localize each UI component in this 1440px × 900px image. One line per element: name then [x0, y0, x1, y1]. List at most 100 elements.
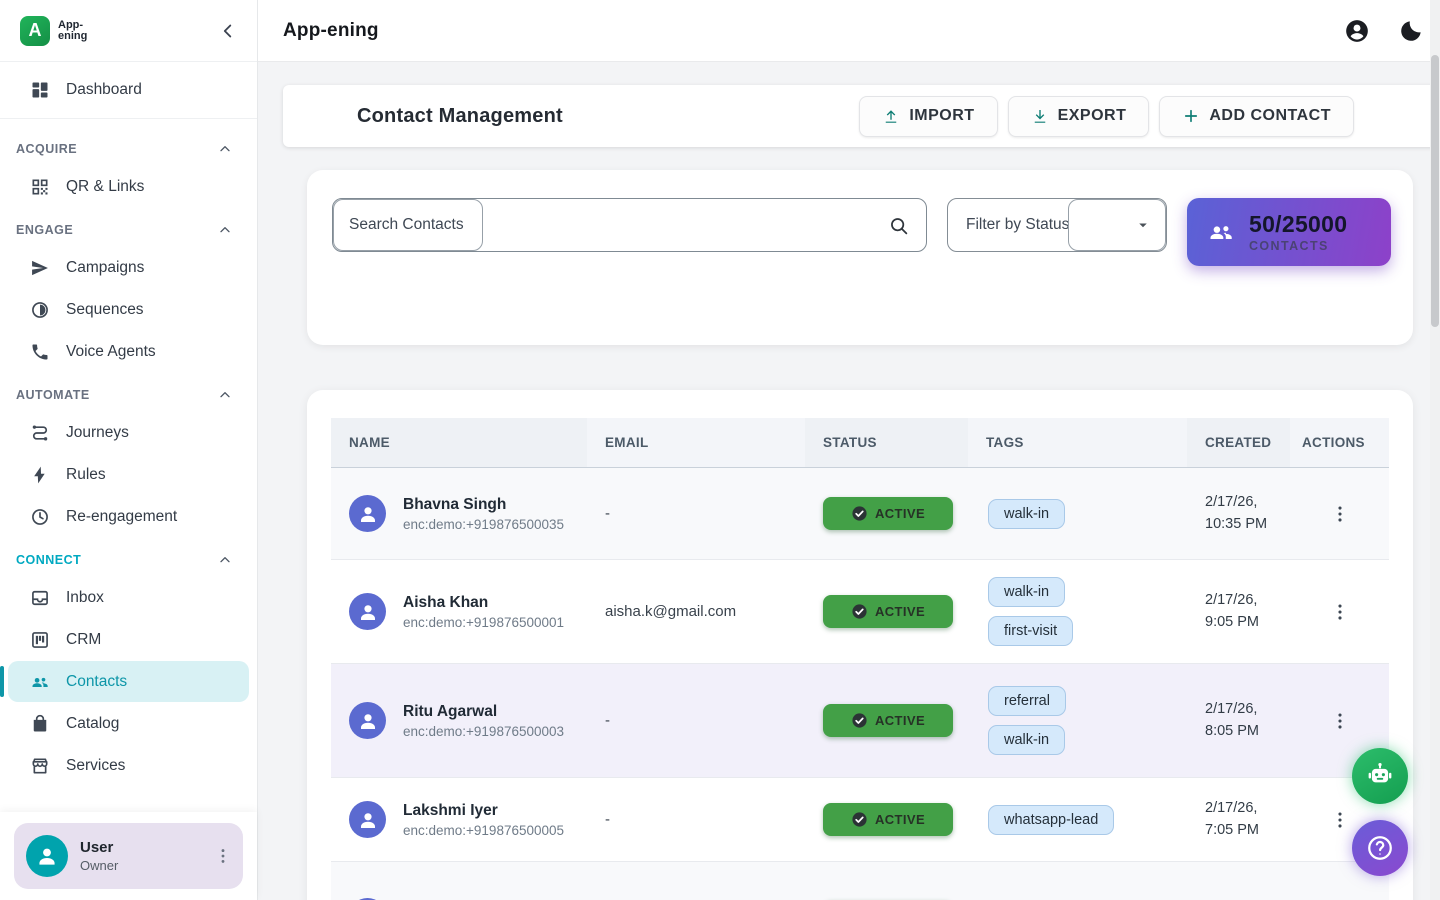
people-icon	[30, 672, 50, 692]
created-cell: 2/17/26,7:05 PM	[1187, 798, 1290, 840]
created-time: 10:35 PM	[1205, 514, 1290, 535]
sidebar-item-contacts[interactable]: Contacts	[8, 661, 249, 702]
sidebar-collapse-icon[interactable]	[217, 20, 239, 42]
dark-mode-moon-icon[interactable]	[1398, 18, 1424, 44]
section-header-engage[interactable]: ENGAGE	[0, 208, 257, 246]
status-badge[interactable]: ACTIVE	[823, 497, 953, 530]
counter-value: 50/25000	[1249, 211, 1347, 238]
tags-cell: campaign-lead	[968, 892, 1187, 900]
sidebar-item-qr-links[interactable]: QR & Links	[8, 166, 249, 207]
sidebar-item-rules[interactable]: Rules	[8, 454, 249, 495]
sidebar-item-catalog[interactable]: Catalog	[8, 703, 249, 744]
main-content: Contact Management IMPORT EXPORT ADD CON…	[258, 62, 1440, 900]
created-date: 2/17/26,	[1205, 492, 1290, 513]
search-icon[interactable]	[888, 215, 909, 236]
import-button[interactable]: IMPORT	[859, 96, 997, 137]
sidebar-item-re-engagement[interactable]: Re-engagement	[8, 496, 249, 537]
name-block: Aisha Khanenc:demo:+919876500001	[403, 594, 564, 630]
search-input[interactable]	[333, 216, 888, 234]
column-header-name: NAME	[331, 418, 587, 467]
status-filter-label: Filter by Status	[948, 216, 1069, 234]
chevron-up-icon	[217, 552, 233, 568]
status-filter-select[interactable]: Filter by Status	[947, 198, 1167, 252]
top-header: App-ening	[258, 0, 1440, 62]
sidebar-item-label: Inbox	[66, 589, 104, 607]
status-badge[interactable]: ACTIVE	[823, 803, 953, 836]
row-actions-dots-icon[interactable]	[1329, 601, 1351, 623]
actions-cell	[1290, 601, 1389, 623]
user-menu-dots-icon[interactable]	[213, 846, 233, 866]
section-header-acquire[interactable]: ACQUIRE	[0, 127, 257, 165]
sidebar-item-voice-agents[interactable]: Voice Agents	[8, 331, 249, 372]
status-label: ACTIVE	[875, 713, 925, 728]
sidebar-item-label: Re-engagement	[66, 508, 177, 526]
created-time: 9:05 PM	[1205, 612, 1290, 633]
logo-text-line2: ening	[58, 31, 87, 42]
counter-text: 50/25000 CONTACTS	[1249, 211, 1347, 253]
inbox-icon	[30, 588, 50, 608]
sidebar-item-label: CRM	[66, 631, 101, 649]
upload-icon	[882, 107, 900, 125]
contact-phone: enc:demo:+919876500003	[403, 724, 564, 739]
sidebar-item-journeys[interactable]: Journeys	[8, 412, 249, 453]
sidebar-item-dashboard[interactable]: Dashboard	[8, 69, 249, 110]
person-icon	[34, 843, 60, 869]
sidebar-item-label: Services	[66, 757, 125, 775]
row-actions-dots-icon[interactable]	[1329, 809, 1351, 831]
status-badge[interactable]: ACTIVE	[823, 704, 953, 737]
check-circle-icon	[851, 712, 868, 729]
user-card[interactable]: User Owner	[14, 823, 243, 889]
table-row: Bhavna Singhenc:demo:+919876500035-ACTIV…	[331, 468, 1389, 560]
avatar	[349, 495, 386, 532]
contact-phone: enc:demo:+919876500001	[403, 615, 564, 630]
name-cell: Bhavna Singhenc:demo:+919876500035	[331, 495, 587, 532]
person-icon	[356, 709, 380, 733]
section-header-automate[interactable]: AUTOMATE	[0, 373, 257, 411]
column-header-actions: ACTIONS	[1290, 418, 1389, 467]
table-row: Jyoti RawatACTIVEcampaign-lead2/17/26,	[331, 862, 1389, 900]
user-role: Owner	[80, 858, 118, 873]
tags-cell: walk-in	[968, 489, 1187, 539]
sidebar-item-sequences[interactable]: Sequences	[8, 289, 249, 330]
sidebar-item-services[interactable]: Services	[8, 745, 249, 778]
qr-icon	[30, 177, 50, 197]
add-contact-label: ADD CONTACT	[1209, 107, 1331, 125]
add-contact-button[interactable]: ADD CONTACT	[1159, 96, 1354, 137]
sidebar-item-inbox[interactable]: Inbox	[8, 577, 249, 618]
avatar	[349, 801, 386, 838]
toolbar-card: Contact Management IMPORT EXPORT ADD CON…	[283, 85, 1440, 147]
status-cell: ACTIVE	[805, 595, 968, 628]
export-button[interactable]: EXPORT	[1008, 96, 1150, 137]
kanban-icon	[30, 630, 50, 650]
avatar	[349, 593, 386, 630]
status-badge[interactable]: ACTIVE	[823, 595, 953, 628]
scrollbar-thumb[interactable]	[1431, 55, 1439, 327]
sidebar-nav: Dashboard ACQUIREQR & Links ENGAGE Campaign…	[0, 62, 257, 778]
account-icon[interactable]	[1344, 18, 1370, 44]
sidebar-item-crm[interactable]: CRM	[8, 619, 249, 660]
logo-text-line1: App-	[58, 20, 87, 31]
section-label: ENGAGE	[16, 223, 73, 237]
created-date: 2/17/26,	[1205, 699, 1290, 720]
contact-name: Bhavna Singh	[403, 496, 564, 514]
actions-cell	[1290, 503, 1389, 525]
tags-cell: referralwalk-in	[968, 676, 1187, 765]
send-icon	[30, 258, 50, 278]
tags-cell: walk-infirst-visit	[968, 567, 1187, 656]
sidebar-item-campaigns[interactable]: Campaigns	[8, 247, 249, 288]
column-header-status: STATUS	[805, 418, 968, 467]
chatbot-fab[interactable]	[1352, 748, 1408, 804]
help-fab[interactable]	[1352, 820, 1408, 876]
status-cell: ACTIVE	[805, 803, 968, 836]
table-body: Bhavna Singhenc:demo:+919876500035-ACTIV…	[331, 468, 1389, 900]
sequence-icon	[30, 300, 50, 320]
logo-row: A App- ening	[0, 0, 257, 62]
section-header-connect[interactable]: CONNECT	[0, 538, 257, 576]
created-date: 2/17/26,	[1205, 590, 1290, 611]
row-actions-dots-icon[interactable]	[1329, 710, 1351, 732]
toolbar-actions: IMPORT EXPORT ADD CONTACT	[859, 96, 1354, 137]
caret-down-icon	[1134, 216, 1152, 234]
sidebar-item-label: Campaigns	[66, 259, 144, 277]
check-circle-icon	[851, 505, 868, 522]
row-actions-dots-icon[interactable]	[1329, 503, 1351, 525]
